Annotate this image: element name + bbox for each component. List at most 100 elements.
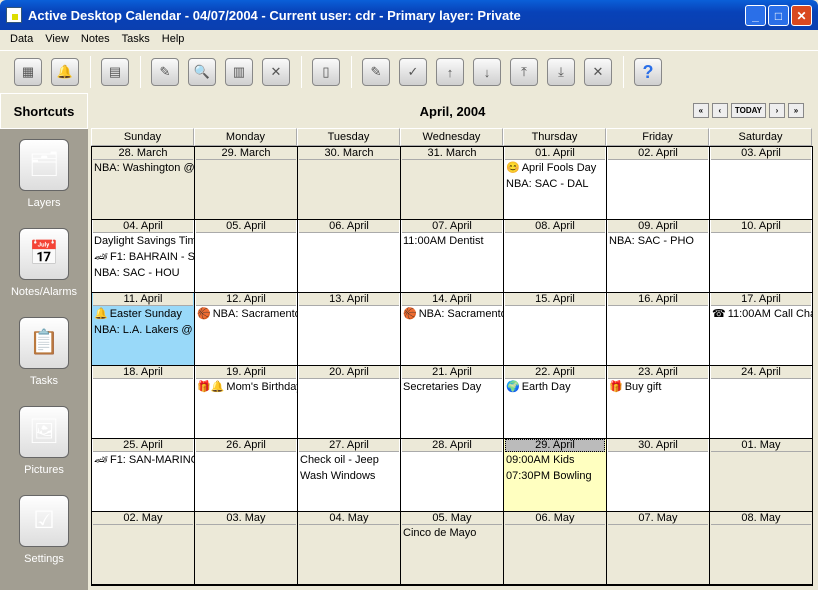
note-options-button[interactable]: ▥ <box>225 58 253 86</box>
day-cell[interactable]: 30. April <box>607 439 710 512</box>
event-item[interactable]: Cinco de Mayo <box>401 525 503 541</box>
day-cell[interactable]: 25. April 🏎 F1: SAN-MARINO <box>92 439 195 512</box>
day-cell[interactable]: 02. April <box>607 147 710 220</box>
day-cell[interactable]: 04. April Daylight Savings Time 🏎 F1: BAHRA… <box>92 220 195 293</box>
day-cell[interactable]: 19. April 🎁🔔 Mom's Birthday <box>195 366 298 439</box>
day-cell[interactable]: 03. April <box>710 147 813 220</box>
day-cell[interactable]: 29. March <box>195 147 298 220</box>
event-item[interactable]: ☎ 11:00AM Call Cha <box>710 306 812 322</box>
day-cell[interactable]: 05. May Cinco de Mayo <box>401 512 504 585</box>
delete-note-button[interactable]: ✕ <box>262 58 290 86</box>
day-cell[interactable]: 14. April 🏀 NBA: Sacramento <box>401 293 504 366</box>
shortcut-pictures[interactable]: 🖼 Pictures <box>0 396 88 485</box>
event-item[interactable]: 11:00AM Dentist <box>401 233 503 249</box>
today-button[interactable]: TODAY <box>730 103 766 118</box>
day-cell[interactable]: 05. April <box>195 220 298 293</box>
delete-task-button[interactable]: ✕ <box>584 58 612 86</box>
event-item[interactable]: 🎁🔔 Mom's Birthday <box>195 379 297 395</box>
day-cell[interactable]: 01. April 😊 April Fools Day NBA: SAC - DAL <box>504 147 607 220</box>
event-item[interactable]: Wash Windows <box>298 468 400 484</box>
help-button[interactable]: ? <box>634 58 662 86</box>
event-item[interactable]: 07:30PM Bowling <box>504 468 606 484</box>
day-cell[interactable]: 22. April 🌍 Earth Day <box>504 366 607 439</box>
event-item[interactable]: NBA: SAC - HOU <box>92 265 194 281</box>
menu-tasks[interactable]: Tasks <box>116 33 156 45</box>
maximize-button[interactable]: □ <box>768 5 789 26</box>
event-item[interactable]: Daylight Savings Time <box>92 233 194 249</box>
day-cell[interactable]: 23. April 🎁 Buy gift <box>607 366 710 439</box>
day-cell[interactable]: 03. May <box>195 512 298 585</box>
shortcut-layers[interactable]: 🗂 Layers <box>0 129 88 218</box>
new-note-button[interactable]: ▦ <box>14 58 42 86</box>
event-item[interactable]: NBA: Washington @ <box>92 160 194 176</box>
day-cell[interactable]: 17. April ☎ 11:00AM Call Cha <box>710 293 813 366</box>
new-task-button[interactable]: ▯ <box>312 58 340 86</box>
find-note-button[interactable]: 🔍 <box>188 58 216 86</box>
event-item[interactable]: 🏎 F1: SAN-MARINO <box>92 452 194 468</box>
move-task-up-button[interactable]: ↑ <box>436 58 464 86</box>
day-cell[interactable]: 16. April <box>607 293 710 366</box>
edit-note-button[interactable]: ✎ <box>151 58 179 86</box>
menu-notes[interactable]: Notes <box>75 33 116 45</box>
day-cell[interactable]: 04. May <box>298 512 401 585</box>
day-cell[interactable]: 28. March NBA: Washington @ <box>92 147 195 220</box>
event-item[interactable]: 🏀 NBA: Sacramento <box>195 306 297 322</box>
shortcut-settings[interactable]: ☑ Settings <box>0 485 88 574</box>
shortcut-tasks[interactable]: 📋 Tasks <box>0 307 88 396</box>
day-cell[interactable]: 21. April Secretaries Day <box>401 366 504 439</box>
event-item[interactable]: NBA: SAC - PHO <box>607 233 709 249</box>
shortcut-label: Tasks <box>29 374 59 387</box>
menu-view[interactable]: View <box>39 33 75 45</box>
print-button[interactable]: ▤ <box>101 58 129 86</box>
day-cell[interactable]: 29. April 09:00AM Kids 07:30PM Bowling <box>504 439 607 512</box>
day-cell[interactable]: 15. April <box>504 293 607 366</box>
day-cell[interactable]: 07. May <box>607 512 710 585</box>
day-cell[interactable]: 24. April <box>710 366 813 439</box>
event-item[interactable]: 🔔 Easter Sunday <box>92 306 194 322</box>
event-item[interactable]: 🏎 F1: BAHRAIN - Sa <box>92 249 194 265</box>
menu-help[interactable]: Help <box>156 33 191 45</box>
day-cell[interactable]: 09. April NBA: SAC - PHO <box>607 220 710 293</box>
day-cell[interactable]: 11. April 🔔 Easter Sunday NBA: L.A. Lakers … <box>92 293 195 366</box>
event-item[interactable]: NBA: SAC - DAL <box>504 176 606 192</box>
menu-data[interactable]: Data <box>4 33 39 45</box>
day-cell[interactable]: 02. May <box>92 512 195 585</box>
minimize-button[interactable]: _ <box>745 5 766 26</box>
day-cell[interactable]: 10. April <box>710 220 813 293</box>
prev-month-button[interactable]: ‹ <box>711 103 728 118</box>
day-cell[interactable]: 26. April <box>195 439 298 512</box>
edit-task-button[interactable]: ✎ <box>362 58 390 86</box>
day-cell[interactable]: 06. April <box>298 220 401 293</box>
event-item[interactable]: 09:00AM Kids <box>504 452 606 468</box>
event-item[interactable]: Secretaries Day <box>401 379 503 395</box>
day-cell[interactable]: 28. April <box>401 439 504 512</box>
move-task-down-button[interactable]: ↓ <box>473 58 501 86</box>
close-button[interactable]: ✕ <box>791 5 812 26</box>
day-cell[interactable]: 20. April <box>298 366 401 439</box>
move-task-top-button[interactable]: ⤒ <box>510 58 538 86</box>
day-cell[interactable]: 31. March <box>401 147 504 220</box>
day-cell[interactable]: 27. April Check oil - Jeep Wash Windows <box>298 439 401 512</box>
next-month-button[interactable]: › <box>769 103 785 118</box>
new-alarm-button[interactable]: 🔔 <box>51 58 79 86</box>
event-item[interactable]: Check oil - Jeep <box>298 452 400 468</box>
day-cell[interactable]: 07. April 11:00AM Dentist <box>401 220 504 293</box>
prev-year-button[interactable]: « <box>692 103 709 118</box>
event-item[interactable]: NBA: L.A. Lakers @ S <box>92 322 194 338</box>
day-cell[interactable]: 18. April <box>92 366 195 439</box>
event-item[interactable]: 😊 April Fools Day <box>504 160 606 176</box>
day-cell[interactable]: 08. April <box>504 220 607 293</box>
complete-task-button[interactable]: ✓ <box>399 58 427 86</box>
shortcut-notes-alarms[interactable]: 📅 Notes/Alarms <box>0 218 88 307</box>
day-cell[interactable]: 30. March <box>298 147 401 220</box>
day-cell[interactable]: 08. May <box>710 512 813 585</box>
day-cell[interactable]: 13. April <box>298 293 401 366</box>
event-item[interactable]: 🌍 Earth Day <box>504 379 606 395</box>
event-item[interactable]: 🎁 Buy gift <box>607 379 709 395</box>
event-item[interactable]: 🏀 NBA: Sacramento <box>401 306 503 322</box>
day-cell[interactable]: 12. April 🏀 NBA: Sacramento <box>195 293 298 366</box>
day-cell[interactable]: 06. May <box>504 512 607 585</box>
next-year-button[interactable]: » <box>788 103 804 118</box>
day-cell[interactable]: 01. May <box>710 439 813 512</box>
move-task-bottom-button[interactable]: ⤓ <box>547 58 575 86</box>
